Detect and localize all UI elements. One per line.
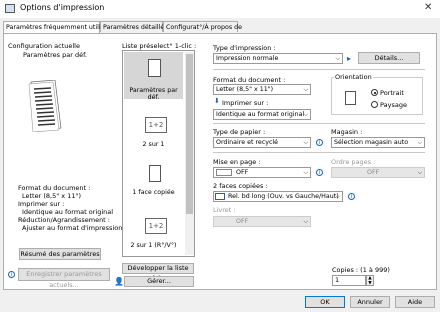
save-current-settings-button[interactable]: Enregistrer paramètres actuels...	[18, 268, 110, 289]
info-icon[interactable]: i	[316, 169, 323, 176]
landscape-radio[interactable]	[371, 101, 378, 108]
page-order-label: Ordre pages :	[331, 158, 376, 166]
details-button[interactable]: Détails...	[358, 52, 420, 64]
preset-item-label[interactable]: 1 face copiée	[125, 189, 182, 196]
summary-doc-size-label: Format du document :	[18, 184, 91, 192]
duplex-page-icon	[149, 165, 161, 182]
layout-value: OFF	[236, 169, 249, 176]
separator	[213, 152, 425, 153]
play-arrow-icon: ▸	[347, 54, 352, 63]
duplex-select[interactable]: Rel. bd long (Ouv. vs Gauche/Haut) ⌵	[213, 191, 343, 202]
info-icon[interactable]: i	[348, 193, 355, 200]
arrow-down-icon: ⬇	[214, 97, 220, 105]
info-icon: i	[8, 271, 15, 278]
current-config-title: Configuration actuelle	[8, 42, 80, 50]
separator	[213, 69, 425, 70]
preset-list-title: Liste préselect° 1-clic :	[122, 42, 197, 50]
summary-doc-size-value: Letter (8,5" x 11")	[22, 192, 81, 200]
booklet-value: OFF	[236, 218, 249, 225]
copies-value: 1	[335, 276, 340, 284]
booklet-select[interactable]: OFF ⌵	[213, 216, 311, 227]
copies-stepper[interactable]: ▲ ▼	[366, 275, 374, 286]
paper-type-label: Type de papier :	[213, 128, 266, 136]
tray-value: Sélection magasin auto	[334, 139, 409, 146]
info-icon[interactable]: i	[316, 139, 323, 146]
print-on-select[interactable]: Identique au format original ⌵	[213, 109, 311, 120]
current-config-subtitle: Paramètres par déf.	[23, 51, 87, 59]
doc-size-select[interactable]: Letter (8,5" x 11") ⌵	[213, 84, 311, 95]
manage-button[interactable]: Gérer...	[124, 276, 194, 287]
layout-preview-icon	[216, 169, 232, 176]
chevron-down-icon: ⌵	[417, 169, 422, 176]
chevron-down-icon: ⌵	[417, 139, 422, 146]
paper-type-select[interactable]: Ordinaire et recyclé ⌵	[213, 137, 311, 148]
summary-print-on-value: Identique au format original	[22, 208, 114, 216]
duplex-book-icon	[215, 193, 225, 200]
print-type-value: Impression normale	[216, 55, 279, 62]
page-order-value: OFF	[367, 169, 380, 176]
summary-reduction-value: Ajuster au format d'impression	[22, 224, 123, 232]
chevron-down-icon: ⌵	[335, 55, 340, 62]
page-order-select[interactable]: OFF ⌵	[331, 167, 425, 178]
print-type-label: Type d'impression :	[213, 44, 276, 52]
ok-button[interactable]: OK	[305, 296, 345, 308]
doc-size-label: Format du document :	[213, 76, 286, 84]
paper-type-value: Ordinaire et recyclé	[216, 139, 279, 146]
chevron-down-icon: ⌵	[303, 111, 308, 118]
help-button[interactable]: Aide	[395, 296, 435, 308]
preset-list: Paramètres par déf. 1+2 2 sur 1 1 face c…	[122, 50, 195, 257]
booklet-label: Livret :	[213, 206, 236, 214]
landscape-option-label: Paysage	[380, 101, 407, 109]
preset-item-label: Paramètres par déf.	[129, 87, 178, 101]
tray-select[interactable]: Sélection magasin auto ⌵	[331, 137, 425, 148]
print-on-value: Identique au format original	[216, 111, 305, 118]
separator	[213, 123, 425, 124]
chevron-down-icon: ⌵	[335, 193, 340, 200]
close-icon[interactable]: ✕	[424, 2, 432, 13]
printer-app-icon	[5, 4, 15, 13]
copies-label: Copies : (1 à 999)	[332, 266, 390, 274]
tab-configuration-about[interactable]: Configurat°/À propos de	[163, 21, 242, 32]
user-icon: 👤	[114, 277, 124, 286]
tray-label: Magasin :	[331, 128, 363, 136]
summary-reduction-label: Réduction/Agrandissement :	[18, 216, 110, 224]
doc-size-value: Letter (8,5" x 11")	[216, 86, 274, 93]
layout-label: Mise en page :	[213, 158, 261, 166]
expand-list-button[interactable]: Développer la liste >>	[122, 263, 194, 281]
duplex-value: Rel. bd long (Ouv. vs Gauche/Haut)	[228, 193, 339, 200]
summary-print-on-label: Imprimer sur :	[18, 200, 65, 208]
orientation-label: Orientation	[334, 73, 373, 81]
document-preview	[25, 79, 65, 133]
two-up-duplex-icon: 1+2	[145, 218, 167, 234]
print-on-label: Imprimer sur :	[222, 99, 269, 107]
preset-item-label[interactable]: 2 sur 1 (R°/V°)	[125, 242, 182, 249]
chevron-down-icon: ⌵	[303, 218, 308, 225]
tab-frequent-settings[interactable]: Paramètres fréquemment utilisés	[3, 21, 111, 33]
portrait-page-icon	[345, 91, 356, 105]
two-up-icon: 1+2	[145, 117, 167, 133]
portrait-option-label: Portrait	[380, 89, 404, 97]
preset-item-label[interactable]: 2 sur 1	[125, 141, 182, 148]
single-page-icon	[148, 59, 161, 77]
scrollbar-thumb[interactable]	[186, 54, 193, 214]
preset-scrollbar[interactable]	[185, 52, 194, 255]
settings-summary-button[interactable]: Résumé des paramètres	[19, 248, 101, 260]
window-title: Options d'impression	[20, 3, 105, 12]
tab-detailed-settings[interactable]: Paramètres détaillés	[100, 21, 168, 32]
chevron-down-icon: ⌵	[303, 169, 308, 176]
duplex-label: 2 faces copiées :	[213, 182, 268, 190]
print-type-select[interactable]: Impression normale ⌵	[213, 53, 343, 64]
portrait-radio[interactable]	[371, 89, 378, 96]
copies-input[interactable]: 1	[332, 275, 366, 286]
chevron-down-icon: ⌵	[303, 86, 308, 93]
chevron-down-icon: ⌵	[303, 139, 308, 146]
cancel-button[interactable]: Annuler	[350, 296, 390, 308]
